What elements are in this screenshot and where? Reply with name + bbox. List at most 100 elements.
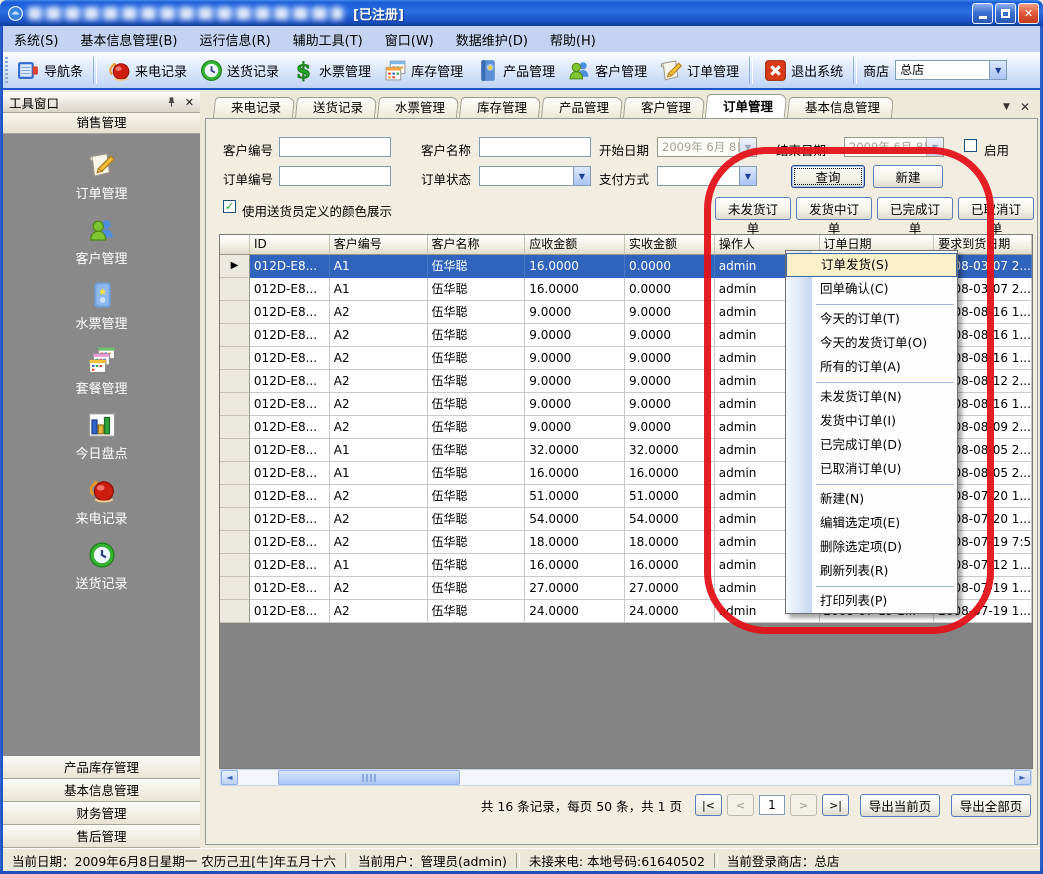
context-menu-item-打印列表(P)[interactable]: 打印列表(P) <box>786 589 957 613</box>
scroll-left-arrow-icon[interactable]: ◄ <box>221 770 238 785</box>
page-number-input[interactable] <box>759 795 785 815</box>
toolbar-button-inventory-calendar[interactable]: 库存管理 <box>377 55 469 86</box>
sidebar-group-sales[interactable]: 销售管理 <box>3 113 200 134</box>
grid-cell[interactable]: 16.0000 <box>525 278 625 301</box>
grid-cell[interactable]: A2 <box>330 416 428 439</box>
grid-cell[interactable]: A1 <box>330 554 428 577</box>
row-header-cell[interactable] <box>220 577 250 600</box>
grid-cell[interactable]: 9.0000 <box>625 324 715 347</box>
grid-cell[interactable]: A1 <box>330 462 428 485</box>
grid-cell[interactable]: 伍华聪 <box>428 554 526 577</box>
menubar-item[interactable]: 系统(S) <box>3 27 69 52</box>
row-header-cell[interactable] <box>220 600 250 623</box>
column-header-ID[interactable]: ID <box>250 235 330 255</box>
grid-cell[interactable]: A2 <box>330 393 428 416</box>
customer-no-input[interactable] <box>279 137 391 157</box>
first-page-button[interactable]: |< <box>695 794 722 816</box>
context-menu-item-今天的发货订单(O)[interactable]: 今天的发货订单(O) <box>786 331 957 355</box>
grid-cell[interactable]: 0.0000 <box>625 255 715 278</box>
grid-cell[interactable]: 51.0000 <box>525 485 625 508</box>
sidebar-item-水票管理[interactable]: 水票管理 <box>3 280 200 343</box>
grid-cell[interactable]: 9.0000 <box>625 370 715 393</box>
grid-cell[interactable]: 18.0000 <box>525 531 625 554</box>
grid-cell[interactable]: A2 <box>330 577 428 600</box>
last-page-button[interactable]: >| <box>822 794 849 816</box>
pin-icon[interactable] <box>166 96 177 108</box>
shop-combobox[interactable]: 总店 ▼ <box>895 60 1007 80</box>
toolbar-button-product-book[interactable]: 产品管理 <box>469 55 561 86</box>
menubar-item[interactable]: 帮助(H) <box>539 27 607 52</box>
grid-cell[interactable]: 伍华聪 <box>428 347 526 370</box>
grid-cell[interactable]: 012D-E8... <box>250 301 330 324</box>
maximize-button[interactable] <box>995 3 1016 24</box>
toolbar-button-delivery-clock[interactable]: 送货记录 <box>193 55 285 86</box>
grid-cell[interactable]: A2 <box>330 485 428 508</box>
horizontal-scrollbar[interactable]: ◄ ► <box>220 769 1032 786</box>
context-menu-item-已完成订单(D)[interactable]: 已完成订单(D) <box>786 433 957 457</box>
sidebar-item-客户管理[interactable]: 客户管理 <box>3 215 200 278</box>
status-filter-button-发货中订单[interactable]: 发货中订单 <box>796 197 872 220</box>
grid-cell[interactable]: 9.0000 <box>525 347 625 370</box>
grid-cell[interactable]: A2 <box>330 531 428 554</box>
row-header-cell[interactable] <box>220 485 250 508</box>
context-menu-item-订单发货(S)[interactable]: 订单发货(S) <box>786 253 957 277</box>
column-header-客户编号[interactable]: 客户编号 <box>330 235 428 255</box>
tab-产品管理[interactable]: 产品管理 <box>541 97 623 118</box>
prev-page-button[interactable]: < <box>727 794 754 816</box>
grid-cell[interactable]: A2 <box>330 370 428 393</box>
sidebar-item-今日盘点[interactable]: 今日盘点 <box>3 410 200 473</box>
toolbar-button-order-scroll[interactable]: 订单管理 <box>653 55 745 86</box>
grid-cell[interactable]: 27.0000 <box>625 577 715 600</box>
grid-cell[interactable]: 012D-E8... <box>250 370 330 393</box>
grid-cell[interactable]: 伍华聪 <box>428 485 526 508</box>
grid-cell[interactable]: 9.0000 <box>625 416 715 439</box>
grid-cell[interactable]: 伍华聪 <box>428 577 526 600</box>
grid-cell[interactable]: A1 <box>330 278 428 301</box>
grid-cell[interactable]: 012D-E8... <box>250 278 330 301</box>
context-menu-item-回单确认(C)[interactable]: 回单确认(C) <box>786 277 957 301</box>
toolbar-button-alarm-bell[interactable]: 来电记录 <box>101 55 193 86</box>
grid-cell[interactable]: 18.0000 <box>625 531 715 554</box>
row-header-cell[interactable] <box>220 347 250 370</box>
context-menu-item-新建(N)[interactable]: 新建(N) <box>786 487 957 511</box>
row-header-cell[interactable] <box>220 301 250 324</box>
grid-cell[interactable]: 9.0000 <box>525 416 625 439</box>
grid-cell[interactable]: 伍华聪 <box>428 255 526 278</box>
grid-cell[interactable]: 32.0000 <box>625 439 715 462</box>
row-header-cell[interactable] <box>220 462 250 485</box>
grid-cell[interactable]: 012D-E8... <box>250 416 330 439</box>
grid-cell[interactable]: 16.0000 <box>625 554 715 577</box>
tab-库存管理[interactable]: 库存管理 <box>459 97 541 118</box>
grid-cell[interactable]: 012D-E8... <box>250 324 330 347</box>
grid-cell[interactable]: 51.0000 <box>625 485 715 508</box>
grid-cell[interactable]: 012D-E8... <box>250 577 330 600</box>
grid-cell[interactable]: 32.0000 <box>525 439 625 462</box>
row-header-cell[interactable] <box>220 416 250 439</box>
chevron-down-icon[interactable]: ▼ <box>573 167 590 185</box>
menubar-item[interactable]: 数据维护(D) <box>445 27 539 52</box>
grid-cell[interactable]: 012D-E8... <box>250 462 330 485</box>
grid-cell[interactable]: 24.0000 <box>625 600 715 623</box>
sidebar-group-财务管理[interactable]: 财务管理 <box>3 802 200 825</box>
tab-送货记录[interactable]: 送货记录 <box>295 97 377 118</box>
tab-客户管理[interactable]: 客户管理 <box>623 97 705 118</box>
grid-cell[interactable]: 012D-E8... <box>250 393 330 416</box>
grid-cell[interactable]: 9.0000 <box>525 301 625 324</box>
start-date-picker[interactable]: 2009年 6月 8日 ▼ <box>657 137 757 157</box>
sidebar-group-售后管理[interactable]: 售后管理 <box>3 825 200 848</box>
grid-cell[interactable]: 9.0000 <box>625 301 715 324</box>
grid-cell[interactable]: 012D-E8... <box>250 531 330 554</box>
grid-cell[interactable]: 16.0000 <box>525 255 625 278</box>
tab-订单管理[interactable]: 订单管理 <box>705 94 788 118</box>
export-all-pages-button[interactable]: 导出全部页 <box>951 794 1031 817</box>
row-header-cell[interactable] <box>220 439 250 462</box>
grid-cell[interactable]: 012D-E8... <box>250 554 330 577</box>
grid-cell[interactable]: 012D-E8... <box>250 508 330 531</box>
grid-cell[interactable]: 012D-E8... <box>250 600 330 623</box>
row-header-cell[interactable] <box>220 370 250 393</box>
row-header-cell[interactable] <box>220 508 250 531</box>
next-page-button[interactable]: > <box>790 794 817 816</box>
menubar-item[interactable]: 运行信息(R) <box>188 27 281 52</box>
row-header-cell[interactable]: ▶ <box>220 255 250 278</box>
tab-基本信息管理[interactable]: 基本信息管理 <box>787 97 894 118</box>
